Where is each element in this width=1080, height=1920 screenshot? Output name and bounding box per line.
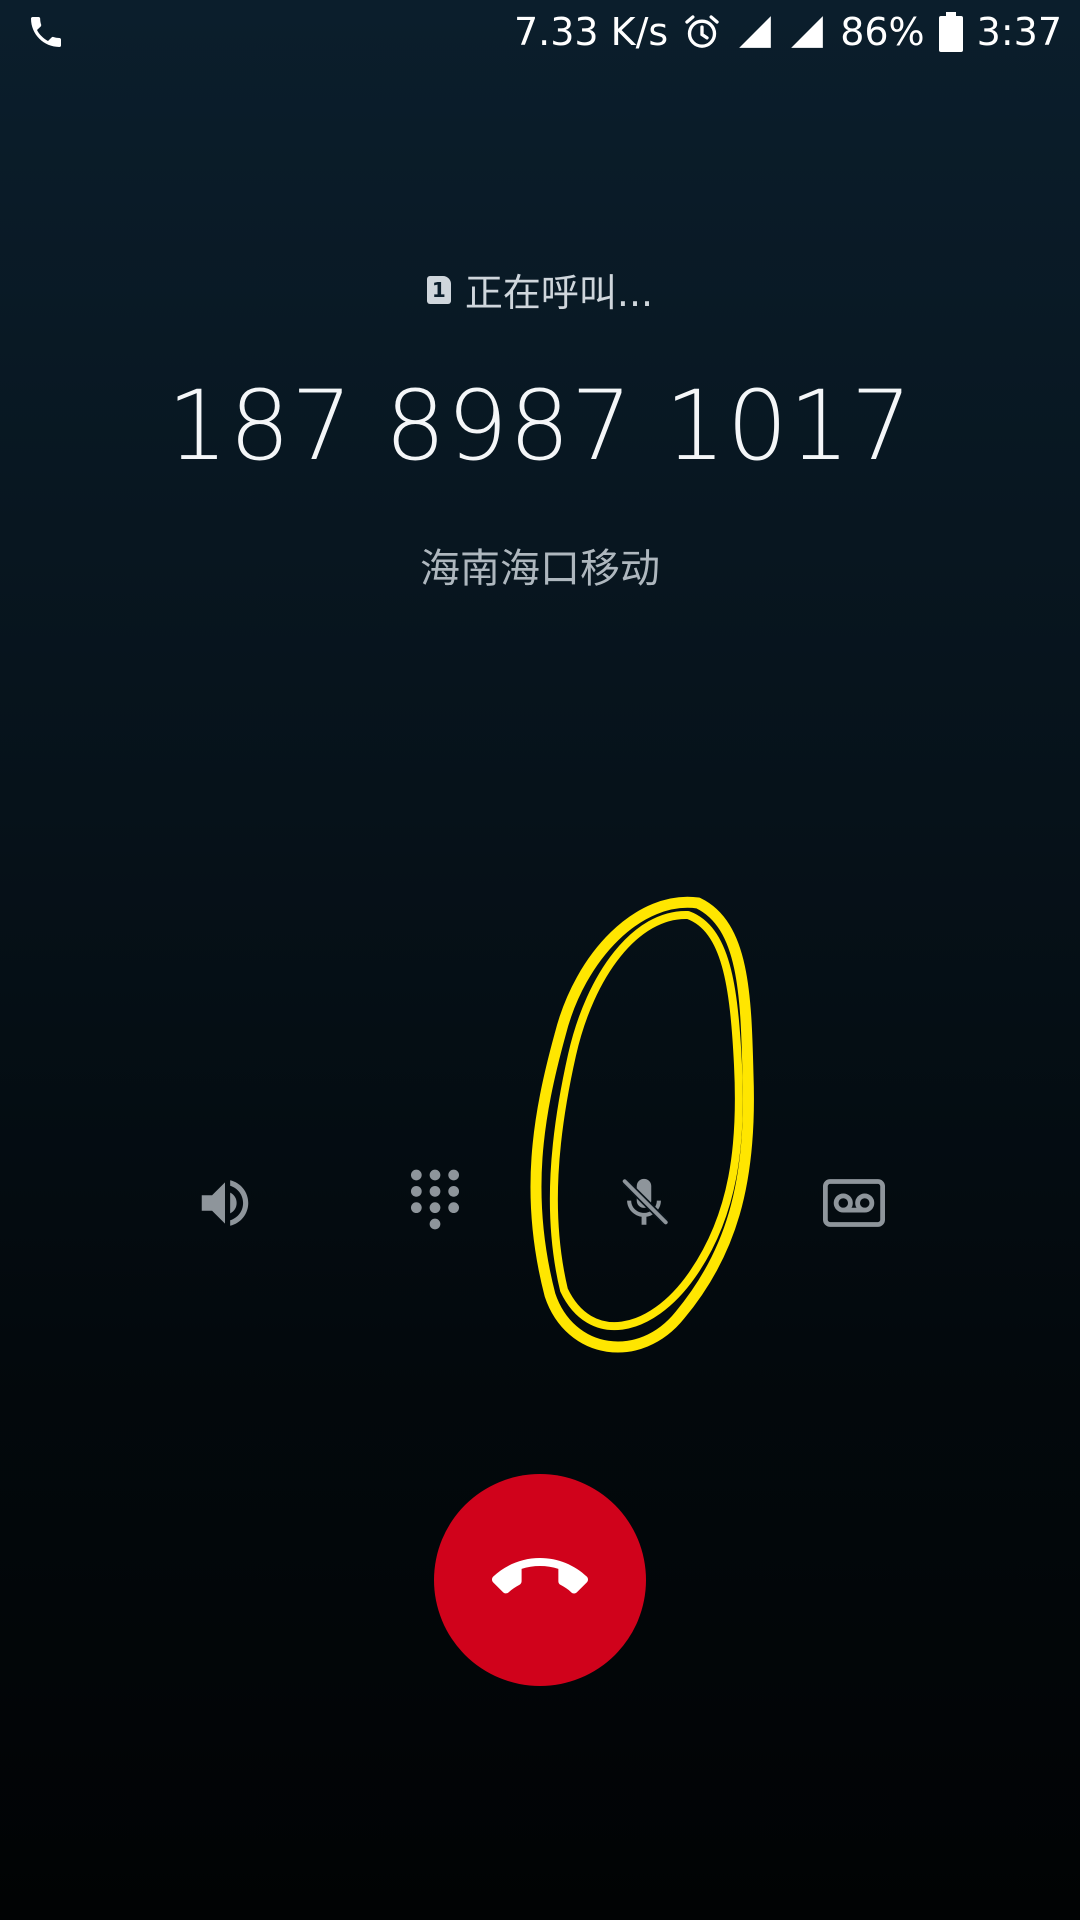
phone-number: 187 8987 1017 <box>167 370 913 482</box>
status-bar: 7.33 K/s 86% 3:37 <box>0 0 1080 64</box>
network-speed: 7.33 K/s <box>513 10 669 54</box>
sim-icon: 1 <box>426 275 451 304</box>
status-indicators: 7.33 K/s 86% 3:37 <box>514 6 1062 58</box>
highlight-annotation <box>530 896 754 1353</box>
mic-off-icon <box>615 1174 673 1236</box>
signal-icon <box>736 13 774 51</box>
dialpad-button[interactable] <box>395 1165 475 1245</box>
alarm-icon <box>682 12 722 52</box>
call-status-text: 正在呼叫... <box>464 271 654 315</box>
clock: 3:37 <box>976 10 1062 54</box>
battery-percent: 86% <box>840 10 925 54</box>
mute-button[interactable] <box>604 1165 684 1245</box>
end-call-button[interactable] <box>434 1474 646 1686</box>
signal-icon <box>788 13 826 51</box>
speaker-button[interactable] <box>185 1165 265 1245</box>
record-button[interactable] <box>814 1165 894 1245</box>
battery-icon <box>938 12 963 52</box>
call-status: 1 正在呼叫... <box>0 262 1080 317</box>
speaker-icon <box>194 1172 256 1238</box>
voicemail-record-icon <box>823 1178 885 1232</box>
carrier-location: 海南海口移动 <box>420 546 660 592</box>
dialpad-icon <box>407 1168 463 1242</box>
end-call-icon <box>492 1530 588 1630</box>
call-controls <box>0 1165 1080 1245</box>
phone-icon <box>26 12 66 52</box>
